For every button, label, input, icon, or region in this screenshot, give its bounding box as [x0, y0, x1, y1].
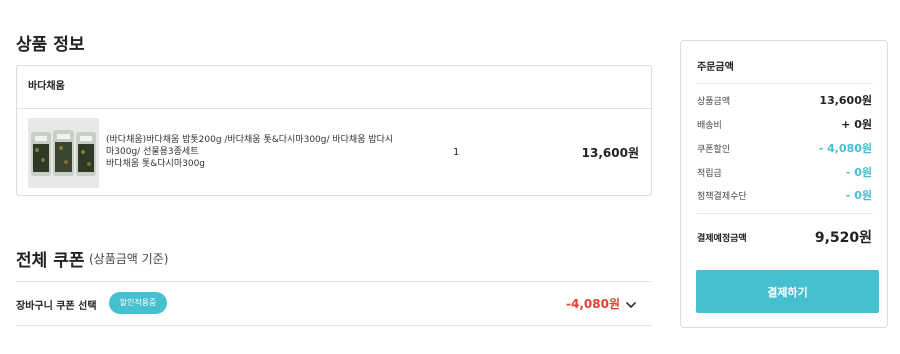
divider — [697, 83, 873, 84]
summary-label-shipping: 배송비 — [697, 121, 722, 131]
brand-name: 바다채움 — [17, 66, 651, 109]
summary-label-product-amount: 상품금액 — [697, 97, 731, 107]
coupon-discount-amount: -4,080원 — [566, 297, 620, 311]
summary-value-coupon-discount: - 4,080원 — [818, 142, 872, 155]
cart-coupon-label: 장바구니 쿠폰 선택 — [16, 301, 97, 312]
product-image[interactable] — [28, 118, 99, 188]
product-name-line: (바다채움)바다채움 밥톳200g /바다채움 톳&다시마300g/ 바다채움 … — [106, 135, 394, 145]
total-label: 결제예정금액 — [697, 234, 747, 244]
divider — [16, 281, 652, 282]
summary-value-shipping: + 0원 — [841, 118, 872, 131]
seaweed-gift-set-image — [28, 118, 99, 188]
summary-value-points: - 0원 — [845, 166, 872, 179]
product-row: (바다채움)바다채움 밥톳200g /바다채움 톳&다시마300g/ 바다채움 … — [17, 109, 651, 195]
product-card: 바다채움 (바다채움)바다채움 밥톳200g /바다채움 톳&다시마300g/ … — [16, 65, 652, 196]
product-price: 13,600원 — [581, 146, 639, 160]
product-option: 바다채움 톳&다시마300g — [106, 159, 206, 169]
summary-label-points: 적립금 — [697, 169, 722, 179]
total-amount: 9,520원 — [814, 230, 872, 246]
product-quantity: 1 — [453, 147, 460, 158]
coupon-section-subtitle: (상품금액 기준) — [89, 252, 169, 266]
divider — [16, 325, 652, 326]
order-summary-panel: 주문금액 상품금액 13,600원 배송비 + 0원 쿠폰할인 - 4,080원… — [680, 40, 888, 328]
checkout-button[interactable]: 결제하기 — [696, 270, 879, 313]
coupon-section-title: 전체 쿠폰 — [16, 251, 85, 271]
summary-value-policy-payment: - 0원 — [845, 189, 872, 202]
summary-value-product-amount: 13,600원 — [819, 94, 872, 107]
coupon-applied-badge: 할인적용중 — [109, 292, 167, 314]
order-summary-title: 주문금액 — [697, 62, 734, 73]
product-name-line: 마300g/ 선물용3종세트 — [106, 147, 199, 157]
chevron-down-icon[interactable] — [625, 296, 637, 308]
product-name[interactable]: (바다채움)바다채움 밥톳200g /바다채움 톳&다시마300g/ 바다채움 … — [106, 134, 416, 170]
divider — [697, 213, 873, 214]
summary-label-coupon-discount: 쿠폰할인 — [697, 145, 731, 155]
product-section-title: 상품 정보 — [16, 35, 85, 55]
summary-label-policy-payment: 정책결제수단 — [697, 192, 747, 202]
